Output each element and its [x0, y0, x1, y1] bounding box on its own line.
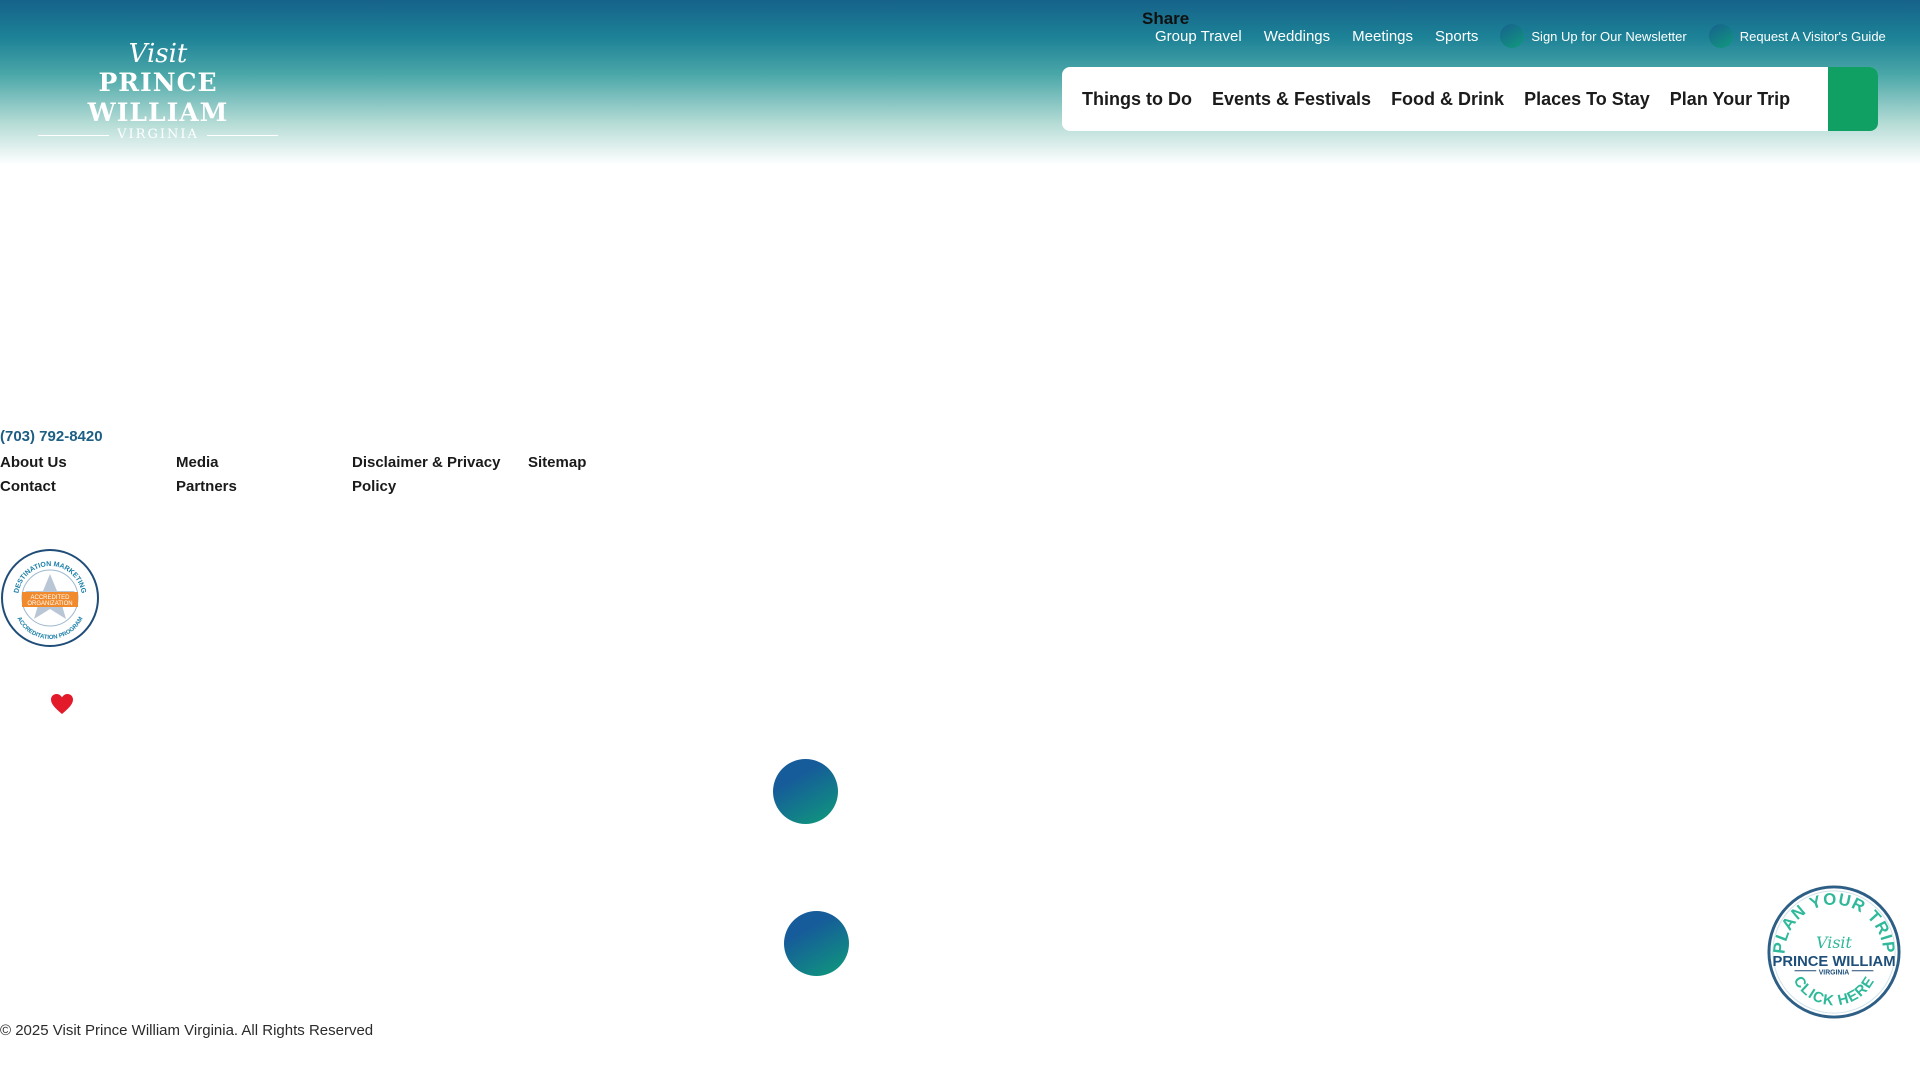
- plan-your-trip-badge[interactable]: PLAN YOUR TRIP Visit PRINCE WILLIAM VIRG…: [1765, 883, 1903, 1021]
- accreditation-badge: ACCREDITED ORGANIZATION DESTINATION MARK…: [1, 549, 99, 647]
- plan-badge-name-text: PRINCE WILLIAM: [1772, 954, 1895, 970]
- footer-link-about-us[interactable]: About Us: [0, 451, 170, 475]
- footer-col-4: Sitemap: [528, 451, 698, 475]
- logo-rule-left: [38, 134, 110, 136]
- nav-item-food-drink[interactable]: Food & Drink: [1391, 89, 1504, 110]
- newsletter-link[interactable]: Sign Up for Our Newsletter: [1531, 29, 1686, 44]
- footer-col-3: Disclaimer & Privacy Policy: [352, 451, 522, 499]
- nav-item-events-festivals[interactable]: Events & Festivals: [1212, 89, 1371, 110]
- nav-item-plan-your-trip[interactable]: Plan Your Trip: [1670, 89, 1790, 110]
- phone-link[interactable]: (703) 792-8420: [0, 428, 103, 445]
- logo-sub-text: VIRGINIA: [117, 127, 199, 142]
- footer-link-disclaimer[interactable]: Disclaimer & Privacy: [352, 451, 522, 475]
- utility-link-weddings[interactable]: Weddings: [1264, 28, 1330, 45]
- logo-sub-row: VIRGINIA: [38, 127, 279, 142]
- site-logo[interactable]: Visit PRINCE WILLIAM VIRGINIA: [38, 39, 279, 142]
- utility-link-group-travel[interactable]: Group Travel: [1155, 28, 1242, 45]
- footer-link-media[interactable]: Media: [176, 451, 346, 475]
- utility-link-meetings[interactable]: Meetings: [1352, 28, 1413, 45]
- footer-col-2: Media Partners: [176, 451, 346, 499]
- newsletter-icon: [1500, 24, 1525, 48]
- heart-icon: [51, 694, 73, 714]
- logo-name-text: PRINCE WILLIAM: [87, 68, 229, 127]
- footer-col-1: About Us Contact: [0, 451, 170, 499]
- utility-nav: Group Travel Weddings Meetings Sports Si…: [1155, 24, 1908, 48]
- footer-link-partners[interactable]: Partners: [176, 475, 346, 499]
- nav-item-places-to-stay[interactable]: Places To Stay: [1524, 89, 1650, 110]
- utility-link-sports[interactable]: Sports: [1435, 28, 1478, 45]
- social-icon[interactable]: [784, 911, 849, 976]
- copyright-text: © 2025 Visit Prince William Virginia. Al…: [0, 1022, 374, 1039]
- footer-link-disclaimer-cont[interactable]: Policy: [352, 475, 522, 499]
- visitor-guide-link[interactable]: Request A Visitor's Guide: [1740, 29, 1886, 44]
- guide-icon: [1708, 24, 1733, 48]
- nav-item-things-to-do[interactable]: Things to Do: [1082, 89, 1192, 110]
- logo-rule-right: [206, 134, 279, 136]
- search-button[interactable]: [1828, 67, 1878, 131]
- plan-badge-sub-text: VIRGINIA: [1819, 970, 1850, 977]
- main-nav: Things to Do Events & Festivals Food & D…: [1062, 67, 1878, 131]
- social-icon[interactable]: [773, 759, 838, 824]
- site-header: Visit PRINCE WILLIAM VIRGINIA Share Grou…: [0, 0, 1920, 165]
- badge-organization-text: ORGANIZATION: [27, 601, 72, 607]
- footer-link-sitemap[interactable]: Sitemap: [528, 451, 698, 475]
- logo-visit-text: Visit: [128, 39, 188, 69]
- footer-link-contact[interactable]: Contact: [0, 475, 170, 499]
- plan-badge-visit-text: Visit: [1816, 933, 1852, 952]
